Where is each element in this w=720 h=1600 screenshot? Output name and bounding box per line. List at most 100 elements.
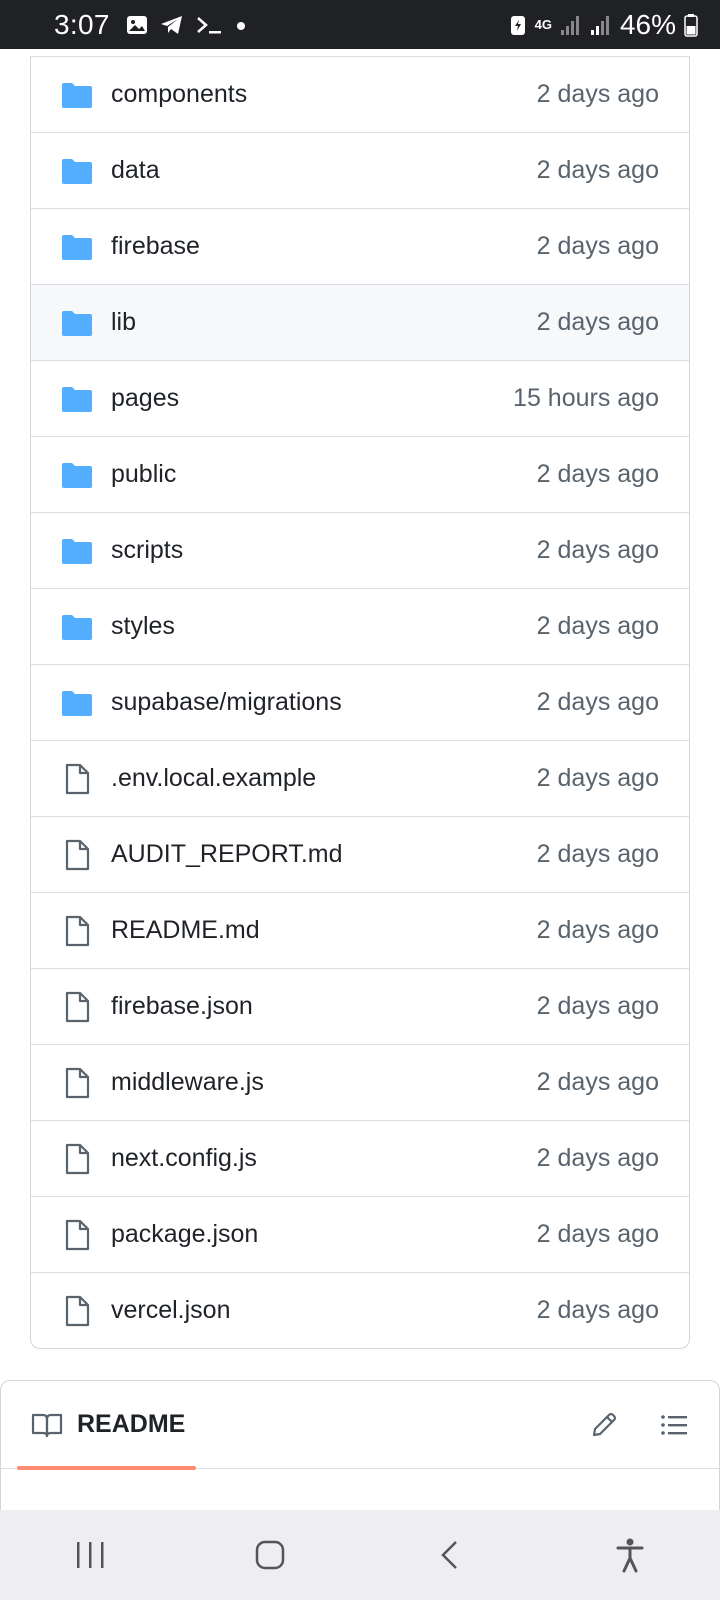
file-row-15[interactable]: package.json 2 days ago	[31, 1196, 689, 1272]
folder-icon	[62, 158, 92, 184]
file-name[interactable]: next.config.js	[111, 1144, 537, 1173]
folder-icon	[62, 462, 92, 488]
file-name[interactable]: middleware.js	[111, 1068, 537, 1097]
telegram-icon	[160, 15, 182, 34]
file-row-10[interactable]: AUDIT_REPORT.md 2 days ago	[31, 816, 689, 892]
file-name[interactable]: .env.local.example	[111, 764, 537, 793]
file-name[interactable]: firebase.json	[111, 992, 537, 1021]
folder-row-5[interactable]: public 2 days ago	[31, 436, 689, 512]
status-time: 3:07	[54, 8, 110, 40]
file-commit-time[interactable]: 2 days ago	[537, 1068, 659, 1097]
file-name[interactable]: data	[111, 156, 537, 185]
file-commit-time[interactable]: 2 days ago	[537, 308, 659, 337]
file-icon	[61, 1219, 93, 1251]
folder-row-4[interactable]: pages 15 hours ago	[31, 360, 689, 436]
outline-list-icon[interactable]	[659, 1410, 689, 1440]
folder-icon	[62, 538, 92, 564]
folder-icon	[62, 614, 92, 640]
readme-title[interactable]: README	[77, 1410, 185, 1439]
file-row-11[interactable]: README.md 2 days ago	[31, 892, 689, 968]
file-commit-time[interactable]: 2 days ago	[537, 916, 659, 945]
file-row-9[interactable]: .env.local.example 2 days ago	[31, 740, 689, 816]
file-row-12[interactable]: firebase.json 2 days ago	[31, 968, 689, 1044]
folder-icon	[61, 155, 93, 187]
file-name[interactable]: supabase/migrations	[111, 688, 537, 717]
folder-icon	[62, 690, 92, 716]
file-name[interactable]: README.md	[111, 916, 537, 945]
file-icon	[65, 1067, 90, 1098]
signal-icon	[560, 15, 579, 35]
file-name[interactable]: lib	[111, 308, 537, 337]
home-icon	[255, 1540, 285, 1570]
file-icon	[65, 915, 90, 946]
folder-row-1[interactable]: data 2 days ago	[31, 132, 689, 208]
folder-icon	[61, 459, 93, 491]
file-commit-time[interactable]: 2 days ago	[537, 764, 659, 793]
file-icon	[65, 839, 90, 870]
edit-pencil-icon[interactable]	[589, 1410, 619, 1440]
folder-icon	[61, 79, 93, 111]
folder-icon	[61, 687, 93, 719]
file-icon	[65, 1219, 90, 1250]
system-nav-bar	[0, 1510, 720, 1600]
file-commit-time[interactable]: 2 days ago	[537, 1296, 659, 1325]
file-row-14[interactable]: next.config.js 2 days ago	[31, 1120, 689, 1196]
file-icon	[61, 1143, 93, 1175]
file-icon	[65, 763, 90, 794]
back-icon	[441, 1541, 457, 1569]
file-icon	[61, 1295, 93, 1327]
file-icon	[61, 763, 93, 795]
file-name[interactable]: components	[111, 80, 537, 109]
dot-icon	[236, 21, 245, 30]
folder-row-3[interactable]: lib 2 days ago	[31, 284, 689, 360]
file-commit-time[interactable]: 2 days ago	[537, 1220, 659, 1249]
battery-saver-icon	[510, 15, 525, 35]
notification-icons	[126, 14, 246, 36]
readme-header: README	[1, 1381, 719, 1470]
file-commit-time[interactable]: 2 days ago	[537, 840, 659, 869]
folder-icon	[61, 611, 93, 643]
file-name[interactable]: package.json	[111, 1220, 537, 1249]
file-name[interactable]: AUDIT_REPORT.md	[111, 840, 537, 869]
file-list: components 2 days ago data 2 days ago fi…	[30, 56, 690, 1349]
file-name[interactable]: vercel.json	[111, 1296, 537, 1325]
folder-icon	[62, 310, 92, 336]
file-commit-time[interactable]: 2 days ago	[537, 1144, 659, 1173]
folder-row-7[interactable]: styles 2 days ago	[31, 588, 689, 664]
file-commit-time[interactable]: 2 days ago	[537, 460, 659, 489]
battery-percent: 46%	[619, 8, 676, 40]
file-commit-time[interactable]: 2 days ago	[537, 612, 659, 641]
folder-row-8[interactable]: supabase/migrations 2 days ago	[31, 664, 689, 740]
file-commit-time[interactable]: 2 days ago	[537, 536, 659, 565]
folder-icon	[62, 82, 92, 108]
file-name[interactable]: pages	[111, 384, 513, 413]
file-commit-time[interactable]: 2 days ago	[537, 80, 659, 109]
file-commit-time[interactable]: 2 days ago	[537, 156, 659, 185]
file-icon	[61, 915, 93, 947]
folder-icon	[61, 535, 93, 567]
readme-panel: README	[0, 1380, 720, 1510]
file-name[interactable]: scripts	[111, 536, 537, 565]
recent-apps-icon	[77, 1542, 104, 1568]
file-row-13[interactable]: middleware.js 2 days ago	[31, 1044, 689, 1120]
file-row-16[interactable]: vercel.json 2 days ago	[31, 1272, 689, 1348]
folder-icon	[62, 234, 92, 260]
readme-tab-underline	[17, 1466, 196, 1470]
folder-row-0[interactable]: components 2 days ago	[31, 56, 689, 132]
file-commit-time[interactable]: 2 days ago	[537, 688, 659, 717]
file-name[interactable]: styles	[111, 612, 537, 641]
back-button[interactable]	[410, 1525, 490, 1585]
folder-row-6[interactable]: scripts 2 days ago	[31, 512, 689, 588]
home-button[interactable]	[230, 1525, 310, 1585]
accessibility-button[interactable]	[590, 1525, 670, 1585]
file-name[interactable]: firebase	[111, 232, 537, 261]
battery-icon	[684, 13, 698, 37]
folder-row-2[interactable]: firebase 2 days ago	[31, 208, 689, 284]
file-commit-time[interactable]: 15 hours ago	[513, 384, 659, 413]
file-icon	[61, 839, 93, 871]
file-commit-time[interactable]: 2 days ago	[537, 992, 659, 1021]
recent-apps-button[interactable]	[50, 1525, 130, 1585]
file-name[interactable]: public	[111, 460, 537, 489]
signal-icon-2	[590, 15, 609, 35]
file-commit-time[interactable]: 2 days ago	[537, 232, 659, 261]
